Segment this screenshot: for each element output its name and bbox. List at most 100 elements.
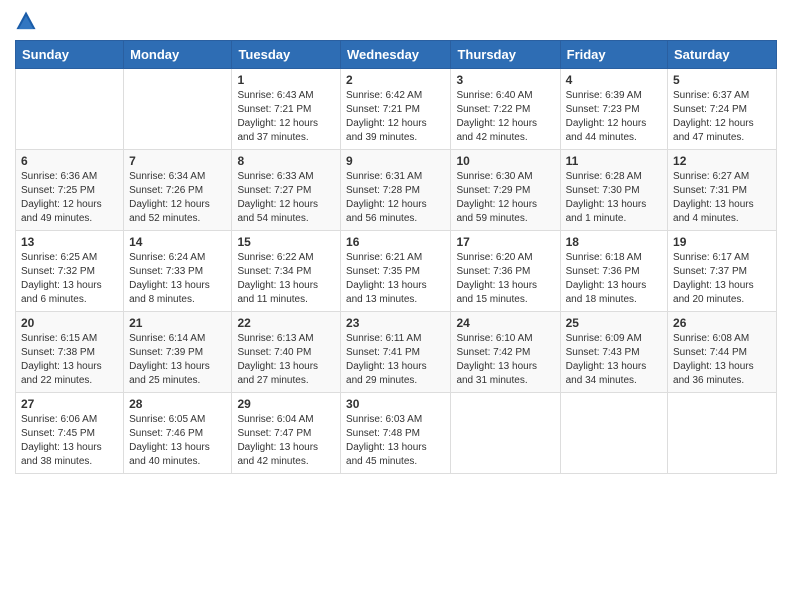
day-number: 30 [346,397,445,411]
calendar-cell: 25 Sunrise: 6:09 AMSunset: 7:43 PMDayligh… [560,312,667,393]
day-info: Sunrise: 6:43 AMSunset: 7:21 PMDaylight:… [237,89,335,145]
day-number: 18 [566,235,662,249]
calendar-cell: 16 Sunrise: 6:21 AMSunset: 7:35 PMDayligh… [341,231,451,312]
day-info: Sunrise: 6:40 AMSunset: 7:22 PMDaylight:… [456,89,554,145]
day-info: Sunrise: 6:27 AMSunset: 7:31 PMDaylight:… [673,170,771,226]
day-number: 24 [456,316,554,330]
day-info: Sunrise: 6:04 AMSunset: 7:47 PMDaylight:… [237,413,335,469]
day-info: Sunrise: 6:25 AMSunset: 7:32 PMDaylight:… [21,251,118,307]
calendar-cell: 7 Sunrise: 6:34 AMSunset: 7:26 PMDaylight… [124,150,232,231]
day-number: 26 [673,316,771,330]
day-info: Sunrise: 6:42 AMSunset: 7:21 PMDaylight:… [346,89,445,145]
calendar-cell: 15 Sunrise: 6:22 AMSunset: 7:34 PMDayligh… [232,231,341,312]
day-info: Sunrise: 6:13 AMSunset: 7:40 PMDaylight:… [237,332,335,388]
day-number: 28 [129,397,226,411]
day-number: 5 [673,73,771,87]
day-info: Sunrise: 6:30 AMSunset: 7:29 PMDaylight:… [456,170,554,226]
calendar-cell: 18 Sunrise: 6:18 AMSunset: 7:36 PMDayligh… [560,231,667,312]
day-info: Sunrise: 6:18 AMSunset: 7:36 PMDaylight:… [566,251,662,307]
calendar-cell: 26 Sunrise: 6:08 AMSunset: 7:44 PMDayligh… [668,312,777,393]
logo-area [15,10,41,32]
logo-icon [15,10,37,32]
day-info: Sunrise: 6:17 AMSunset: 7:37 PMDaylight:… [673,251,771,307]
day-number: 17 [456,235,554,249]
day-info: Sunrise: 6:36 AMSunset: 7:25 PMDaylight:… [21,170,118,226]
day-info: Sunrise: 6:39 AMSunset: 7:23 PMDaylight:… [566,89,662,145]
calendar-cell: 9 Sunrise: 6:31 AMSunset: 7:28 PMDaylight… [341,150,451,231]
calendar-cell: 5 Sunrise: 6:37 AMSunset: 7:24 PMDaylight… [668,69,777,150]
day-number: 19 [673,235,771,249]
weekday-header-cell: Thursday [451,41,560,69]
day-info: Sunrise: 6:21 AMSunset: 7:35 PMDaylight:… [346,251,445,307]
calendar-body: 1Sunrise: 6:43 AMSunset: 7:21 PMDaylight… [16,69,777,474]
weekday-header-row: SundayMondayTuesdayWednesdayThursdayFrid… [16,41,777,69]
weekday-header-cell: Saturday [668,41,777,69]
day-info: Sunrise: 6:05 AMSunset: 7:46 PMDaylight:… [129,413,226,469]
calendar-cell: 10 Sunrise: 6:30 AMSunset: 7:29 PMDayligh… [451,150,560,231]
day-number: 16 [346,235,445,249]
day-number: 11 [566,154,662,168]
calendar-cell: 6Sunrise: 6:36 AMSunset: 7:25 PMDaylight… [16,150,124,231]
weekday-header-cell: Friday [560,41,667,69]
day-number: 9 [346,154,445,168]
day-number: 25 [566,316,662,330]
calendar-cell: 8 Sunrise: 6:33 AMSunset: 7:27 PMDaylight… [232,150,341,231]
day-info: Sunrise: 6:33 AMSunset: 7:27 PMDaylight:… [237,170,335,226]
day-number: 2 [346,73,445,87]
day-number: 21 [129,316,226,330]
weekday-header-cell: Wednesday [341,41,451,69]
day-info: Sunrise: 6:34 AMSunset: 7:26 PMDaylight:… [129,170,226,226]
calendar-cell: 4 Sunrise: 6:39 AMSunset: 7:23 PMDaylight… [560,69,667,150]
calendar-cell: 27 Sunrise: 6:06 AMSunset: 7:45 PMDayligh… [16,393,124,474]
calendar-cell: 3 Sunrise: 6:40 AMSunset: 7:22 PMDaylight… [451,69,560,150]
calendar-week-row: 27 Sunrise: 6:06 AMSunset: 7:45 PMDayligh… [16,393,777,474]
day-number: 27 [21,397,118,411]
calendar-cell: 2 Sunrise: 6:42 AMSunset: 7:21 PMDaylight… [341,69,451,150]
calendar-week-row: 1Sunrise: 6:43 AMSunset: 7:21 PMDaylight… [16,69,777,150]
day-number: 7 [129,154,226,168]
calendar-cell [16,69,124,150]
calendar-cell [560,393,667,474]
calendar-table: SundayMondayTuesdayWednesdayThursdayFrid… [15,40,777,474]
calendar-cell: 24 Sunrise: 6:10 AMSunset: 7:42 PMDayligh… [451,312,560,393]
day-number: 12 [673,154,771,168]
day-number: 23 [346,316,445,330]
day-info: Sunrise: 6:03 AMSunset: 7:48 PMDaylight:… [346,413,445,469]
day-info: Sunrise: 6:22 AMSunset: 7:34 PMDaylight:… [237,251,335,307]
day-number: 29 [237,397,335,411]
calendar-cell: 12 Sunrise: 6:27 AMSunset: 7:31 PMDayligh… [668,150,777,231]
day-info: Sunrise: 6:09 AMSunset: 7:43 PMDaylight:… [566,332,662,388]
calendar-cell: 1Sunrise: 6:43 AMSunset: 7:21 PMDaylight… [232,69,341,150]
calendar-cell: 29 Sunrise: 6:04 AMSunset: 7:47 PMDayligh… [232,393,341,474]
day-info: Sunrise: 6:24 AMSunset: 7:33 PMDaylight:… [129,251,226,307]
day-info: Sunrise: 6:31 AMSunset: 7:28 PMDaylight:… [346,170,445,226]
calendar-cell [668,393,777,474]
day-number: 10 [456,154,554,168]
calendar-cell: 30 Sunrise: 6:03 AMSunset: 7:48 PMDayligh… [341,393,451,474]
day-number: 13 [21,235,118,249]
day-number: 14 [129,235,226,249]
weekday-header-cell: Sunday [16,41,124,69]
day-number: 4 [566,73,662,87]
calendar-cell: 17 Sunrise: 6:20 AMSunset: 7:36 PMDayligh… [451,231,560,312]
header-area [15,10,777,32]
day-number: 8 [237,154,335,168]
day-number: 20 [21,316,118,330]
day-info: Sunrise: 6:15 AMSunset: 7:38 PMDaylight:… [21,332,118,388]
day-info: Sunrise: 6:20 AMSunset: 7:36 PMDaylight:… [456,251,554,307]
page: SundayMondayTuesdayWednesdayThursdayFrid… [0,0,792,612]
calendar-cell: 20 Sunrise: 6:15 AMSunset: 7:38 PMDayligh… [16,312,124,393]
calendar-cell: 19 Sunrise: 6:17 AMSunset: 7:37 PMDayligh… [668,231,777,312]
day-number: 15 [237,235,335,249]
day-info: Sunrise: 6:37 AMSunset: 7:24 PMDaylight:… [673,89,771,145]
day-info: Sunrise: 6:11 AMSunset: 7:41 PMDaylight:… [346,332,445,388]
weekday-header-cell: Monday [124,41,232,69]
day-info: Sunrise: 6:06 AMSunset: 7:45 PMDaylight:… [21,413,118,469]
day-info: Sunrise: 6:10 AMSunset: 7:42 PMDaylight:… [456,332,554,388]
calendar-cell: 13 Sunrise: 6:25 AMSunset: 7:32 PMDayligh… [16,231,124,312]
day-number: 3 [456,73,554,87]
calendar-week-row: 20 Sunrise: 6:15 AMSunset: 7:38 PMDayligh… [16,312,777,393]
day-info: Sunrise: 6:14 AMSunset: 7:39 PMDaylight:… [129,332,226,388]
calendar-week-row: 13 Sunrise: 6:25 AMSunset: 7:32 PMDayligh… [16,231,777,312]
day-info: Sunrise: 6:08 AMSunset: 7:44 PMDaylight:… [673,332,771,388]
